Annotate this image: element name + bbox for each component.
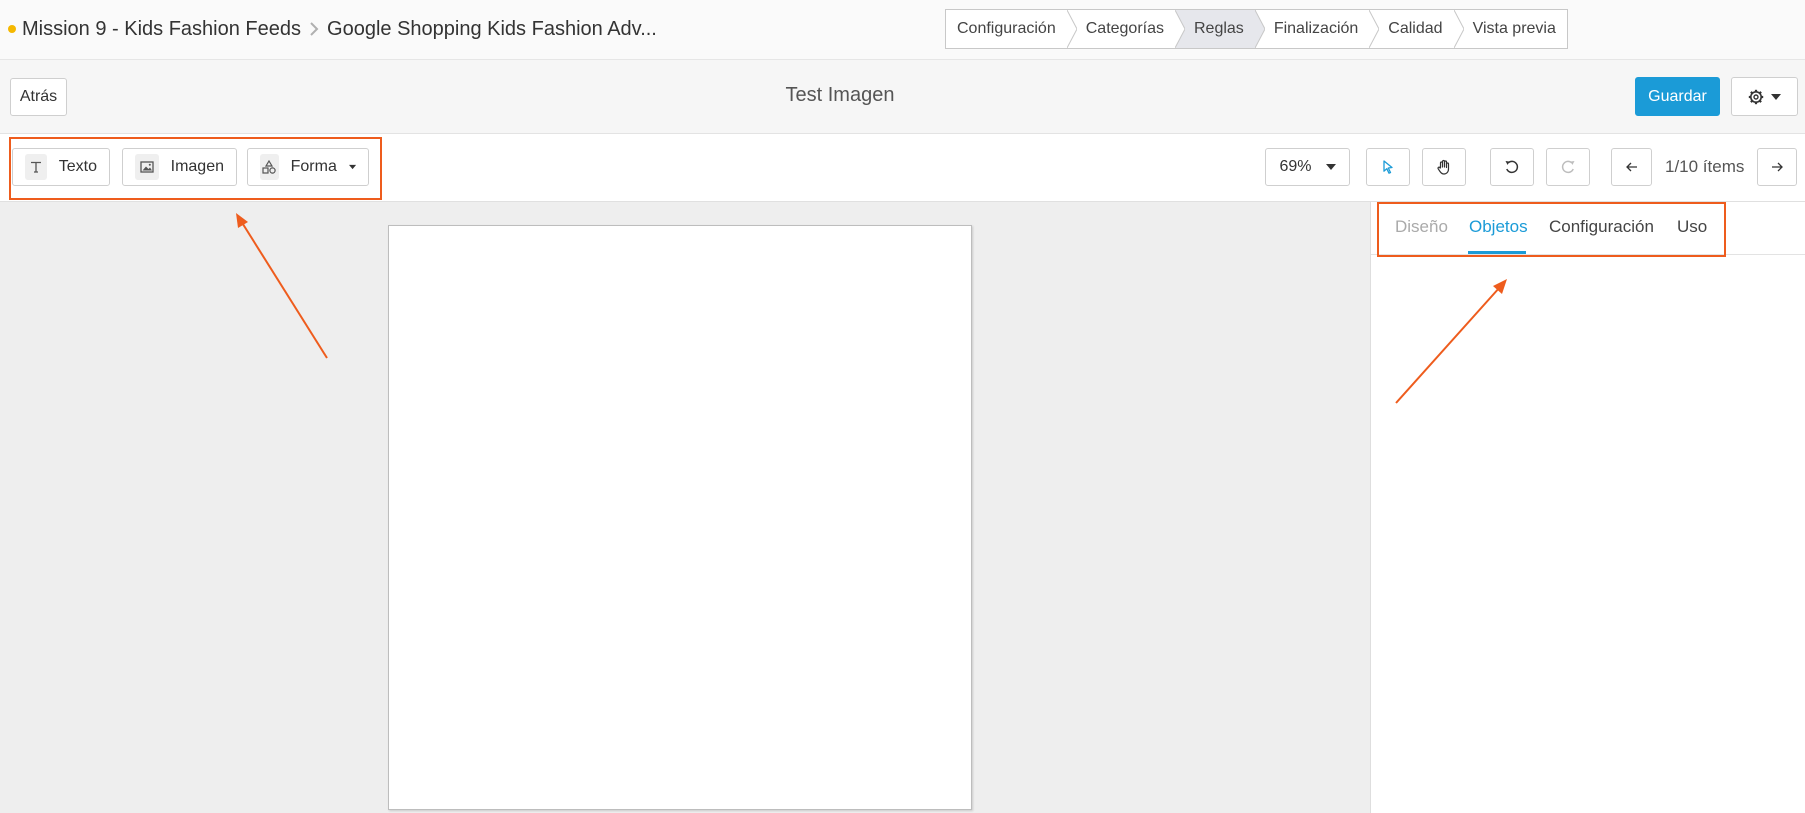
- editor-toolbar: Texto Imagen Forma 69% 1/10 ítems: [0, 135, 1805, 202]
- step-separator: [1175, 10, 1185, 48]
- step-calidad[interactable]: Calidad: [1370, 10, 1464, 48]
- select-tool-button[interactable]: [1366, 148, 1410, 186]
- previous-item-button[interactable]: [1611, 148, 1652, 186]
- page-title: Test Imagen: [785, 84, 895, 106]
- item-counter: 1/10 ítems: [1665, 157, 1745, 176]
- panel-tabs: Diseño Objetos Configuración Uso: [1371, 202, 1805, 255]
- arrow-right-icon: [1772, 162, 1783, 172]
- tab-objetos[interactable]: Objetos: [1469, 217, 1528, 237]
- add-image-button[interactable]: Imagen: [122, 148, 237, 186]
- step-finalizacion[interactable]: Finalización: [1255, 10, 1380, 48]
- caret-down-icon: [1771, 93, 1781, 100]
- breadcrumb: Mission 9 - Kids Fashion Feeds Google Sh…: [8, 16, 657, 42]
- wizard-steps: Configuración Categorías Reglas Finaliza…: [945, 9, 1568, 49]
- next-item-button[interactable]: [1757, 148, 1797, 186]
- step-label: Finalización: [1273, 20, 1359, 37]
- caret-down-icon: [348, 164, 356, 170]
- image-icon: [135, 154, 159, 180]
- artboard[interactable]: [388, 225, 972, 810]
- redo-icon: [1561, 160, 1575, 174]
- hand-icon: [1437, 159, 1450, 175]
- step-separator: [1453, 10, 1464, 48]
- step-label: Configuración: [957, 20, 1056, 37]
- settings-dropdown-button[interactable]: [1731, 77, 1798, 116]
- add-shape-dropdown[interactable]: Forma: [247, 148, 369, 186]
- shapes-icon: [260, 154, 279, 180]
- active-tab-indicator: [1468, 251, 1526, 254]
- canvas-area[interactable]: [0, 202, 1370, 813]
- add-text-label: Texto: [58, 158, 97, 175]
- step-label: Vista previa: [1472, 20, 1556, 37]
- step-separator: [1254, 10, 1265, 48]
- top-bar: Mission 9 - Kids Fashion Feeds Google Sh…: [0, 0, 1805, 60]
- zoom-select[interactable]: 69%: [1265, 148, 1350, 186]
- editor-header: Atrás Test Imagen Guardar: [0, 60, 1805, 134]
- step-categorias[interactable]: Categorías: [1067, 10, 1185, 48]
- step-label: Reglas: [1194, 20, 1244, 37]
- step-label: Calidad: [1388, 20, 1443, 37]
- undo-icon: [1505, 160, 1519, 174]
- tab-diseno[interactable]: Diseño: [1395, 217, 1448, 237]
- redo-button[interactable]: [1546, 148, 1590, 186]
- step-separator: [1369, 10, 1380, 48]
- step-vista-previa[interactable]: Vista previa: [1454, 10, 1567, 48]
- breadcrumb-project[interactable]: Mission 9 - Kids Fashion Feeds: [22, 18, 301, 41]
- zoom-value: 69%: [1279, 158, 1312, 175]
- gear-icon: [1748, 89, 1764, 104]
- cursor-pointer-icon: [1383, 160, 1393, 174]
- breadcrumb-feed[interactable]: Google Shopping Kids Fashion Adv...: [327, 18, 657, 41]
- save-button[interactable]: Guardar: [1635, 77, 1720, 116]
- step-label: Categorías: [1085, 20, 1164, 37]
- add-shape-label: Forma: [290, 158, 337, 175]
- tab-uso[interactable]: Uso: [1677, 217, 1707, 237]
- step-configuracion[interactable]: Configuración: [946, 10, 1077, 48]
- arrow-left-icon: [1625, 162, 1637, 172]
- add-image-label: Imagen: [170, 158, 224, 175]
- pan-tool-button[interactable]: [1422, 148, 1466, 186]
- text-icon: [25, 154, 47, 180]
- add-text-button[interactable]: Texto: [12, 148, 110, 186]
- back-button[interactable]: Atrás: [10, 78, 67, 116]
- properties-panel: Diseño Objetos Configuración Uso: [1370, 202, 1805, 813]
- step-separator: [1066, 10, 1077, 48]
- step-reglas[interactable]: Reglas: [1176, 10, 1265, 48]
- status-dot: [8, 25, 16, 33]
- undo-button[interactable]: [1490, 148, 1534, 186]
- caret-down-icon: [1325, 164, 1336, 170]
- tab-configuracion[interactable]: Configuración: [1549, 217, 1654, 237]
- chevron-right-icon: [309, 22, 319, 36]
